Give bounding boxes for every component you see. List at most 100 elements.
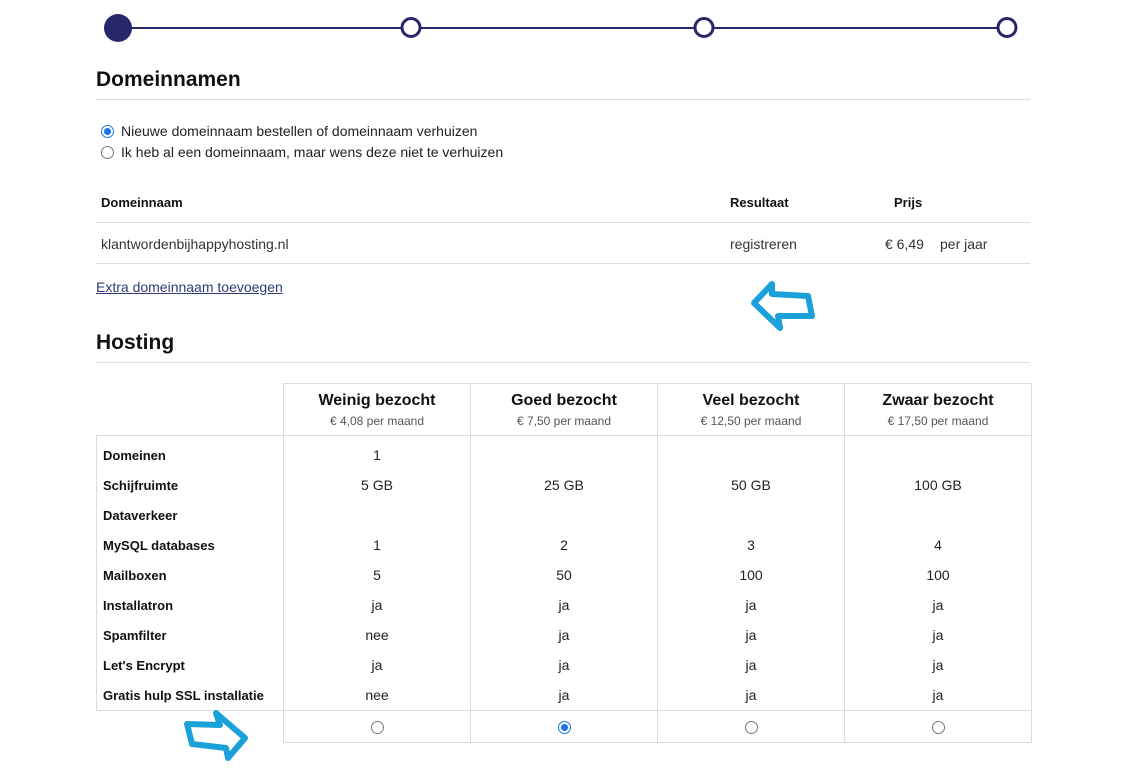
domain-option-existing[interactable]: Ik heb al een domeinnaam, maar wens deze…: [101, 144, 503, 160]
feature-value: [657, 500, 845, 530]
feature-value: ja: [470, 620, 658, 650]
feature-value: ja: [283, 590, 471, 620]
plan-header-goed: Goed bezocht € 7,50 per maand: [470, 383, 658, 436]
plan-name: Veel bezocht: [702, 392, 800, 409]
feature-value: ja: [470, 650, 658, 680]
domain-table-header: Domeinnaam Resultaat Prijs: [96, 187, 1030, 223]
domain-table: Domeinnaam Resultaat Prijs klantwordenbi…: [96, 187, 1030, 264]
arrow-right-icon: [184, 710, 248, 761]
feature-value: [657, 435, 845, 470]
feature-value: [283, 500, 471, 530]
progress-step-3[interactable]: [693, 17, 715, 38]
feature-value: 100: [657, 560, 845, 590]
feature-value: 4: [844, 530, 1032, 560]
divider: [96, 362, 1030, 363]
feature-value: [844, 500, 1032, 530]
add-domain-link[interactable]: Extra domeinnaam toevoegen: [96, 279, 283, 295]
radio-button[interactable]: [744, 721, 758, 735]
feature-value: 5: [283, 560, 471, 590]
feature-value: 25 GB: [470, 470, 658, 500]
table-row: Installatron ja ja ja ja: [96, 590, 1032, 620]
domain-price: € 6,49: [885, 236, 924, 252]
feature-value: 5 GB: [283, 470, 471, 500]
feature-value: [470, 500, 658, 530]
divider: [96, 263, 1030, 264]
feature-value: 3: [657, 530, 845, 560]
feature-label: Installatron: [96, 590, 284, 620]
feature-label: Domeinen: [96, 435, 284, 470]
progress-stepper: [104, 14, 1018, 42]
table-row: Schijfruimte 5 GB 25 GB 50 GB 100 GB: [96, 470, 1032, 500]
plan-select-zwaar[interactable]: [844, 710, 1032, 743]
plans-header-row: Weinig bezocht € 4,08 per maand Goed bez…: [97, 383, 1032, 436]
plan-header-weinig: Weinig bezocht € 4,08 per maand: [283, 383, 471, 436]
feature-value: 1: [283, 530, 471, 560]
plan-select-veel[interactable]: [657, 710, 845, 743]
divider: [96, 99, 1030, 100]
plan-price: € 4,08 per maand: [329, 414, 425, 428]
feature-value: ja: [283, 650, 471, 680]
domain-name: klantwordenbijhappyhosting.nl: [101, 236, 289, 252]
domain-option-new-label: Nieuwe domeinnaam bestellen of domeinnaa…: [121, 123, 478, 139]
feature-value: ja: [657, 590, 845, 620]
plan-header-zwaar: Zwaar bezocht € 17,50 per maand: [844, 383, 1032, 436]
feature-label: Dataverkeer: [96, 500, 284, 530]
table-row: klantwordenbijhappyhosting.nl registrere…: [96, 223, 1030, 264]
plan-price: € 7,50 per maand: [516, 414, 612, 428]
domains-section-title: Domeinnamen: [96, 68, 241, 91]
plan-select-goed[interactable]: [470, 710, 658, 743]
hosting-plans-table: Weinig bezocht € 4,08 per maand Goed bez…: [96, 383, 1032, 743]
feature-value: ja: [844, 590, 1032, 620]
feature-label: Mailboxen: [96, 560, 284, 590]
hosting-section-title: Hosting: [96, 331, 175, 354]
feature-label: Schijfruimte: [96, 470, 284, 500]
feature-value: 50: [470, 560, 658, 590]
feature-value: 1: [283, 435, 471, 470]
arrow-left-icon: [751, 281, 815, 331]
domain-price-period: per jaar: [940, 236, 988, 252]
feature-value: ja: [657, 680, 845, 711]
feature-label: MySQL databases: [96, 530, 284, 560]
domain-option-new[interactable]: Nieuwe domeinnaam bestellen of domeinnaa…: [101, 123, 477, 139]
feature-value: ja: [844, 620, 1032, 650]
feature-value: ja: [844, 650, 1032, 680]
feature-value: ja: [657, 650, 845, 680]
plan-header-veel: Veel bezocht € 12,50 per maand: [657, 383, 845, 436]
progress-step-2[interactable]: [400, 17, 422, 38]
table-row: Dataverkeer: [96, 500, 1032, 530]
feature-value: 100: [844, 560, 1032, 590]
progress-step-4[interactable]: [996, 17, 1018, 38]
feature-value: 100 GB: [844, 470, 1032, 500]
feature-value: nee: [283, 680, 471, 711]
radio-button[interactable]: [931, 721, 945, 735]
table-row: MySQL databases 1 2 3 4: [96, 530, 1032, 560]
feature-label: Gratis hulp SSL installatie: [96, 680, 284, 711]
feature-value: 50 GB: [657, 470, 845, 500]
plan-select-weinig[interactable]: [283, 710, 471, 743]
column-header-price: Prijs: [894, 195, 923, 210]
domain-result: registreren: [730, 236, 797, 252]
progress-line: [118, 27, 1008, 29]
table-row: Domeinen 1: [96, 435, 1032, 470]
feature-value: [844, 435, 1032, 470]
table-row: Spamfilter nee ja ja ja: [96, 620, 1032, 650]
column-header-domain: Domeinnaam: [101, 195, 183, 210]
radio-button[interactable]: [101, 145, 114, 159]
feature-value: ja: [657, 620, 845, 650]
plan-name: Weinig bezocht: [318, 392, 436, 409]
feature-label: Spamfilter: [96, 620, 284, 650]
feature-value: nee: [283, 620, 471, 650]
column-header-result: Resultaat: [730, 195, 789, 210]
plan-name: Zwaar bezocht: [882, 392, 994, 409]
radio-button[interactable]: [101, 124, 114, 138]
radio-button[interactable]: [370, 721, 384, 735]
feature-value: 2: [470, 530, 658, 560]
feature-value: ja: [844, 680, 1032, 711]
plan-name: Goed bezocht: [511, 392, 617, 409]
progress-step-1[interactable]: [104, 14, 132, 42]
feature-value: ja: [470, 680, 658, 711]
table-row: Gratis hulp SSL installatie nee ja ja ja: [96, 680, 1032, 711]
radio-button[interactable]: [557, 721, 571, 735]
feature-value: [470, 435, 658, 470]
table-row: Mailboxen 5 50 100 100: [96, 560, 1032, 590]
